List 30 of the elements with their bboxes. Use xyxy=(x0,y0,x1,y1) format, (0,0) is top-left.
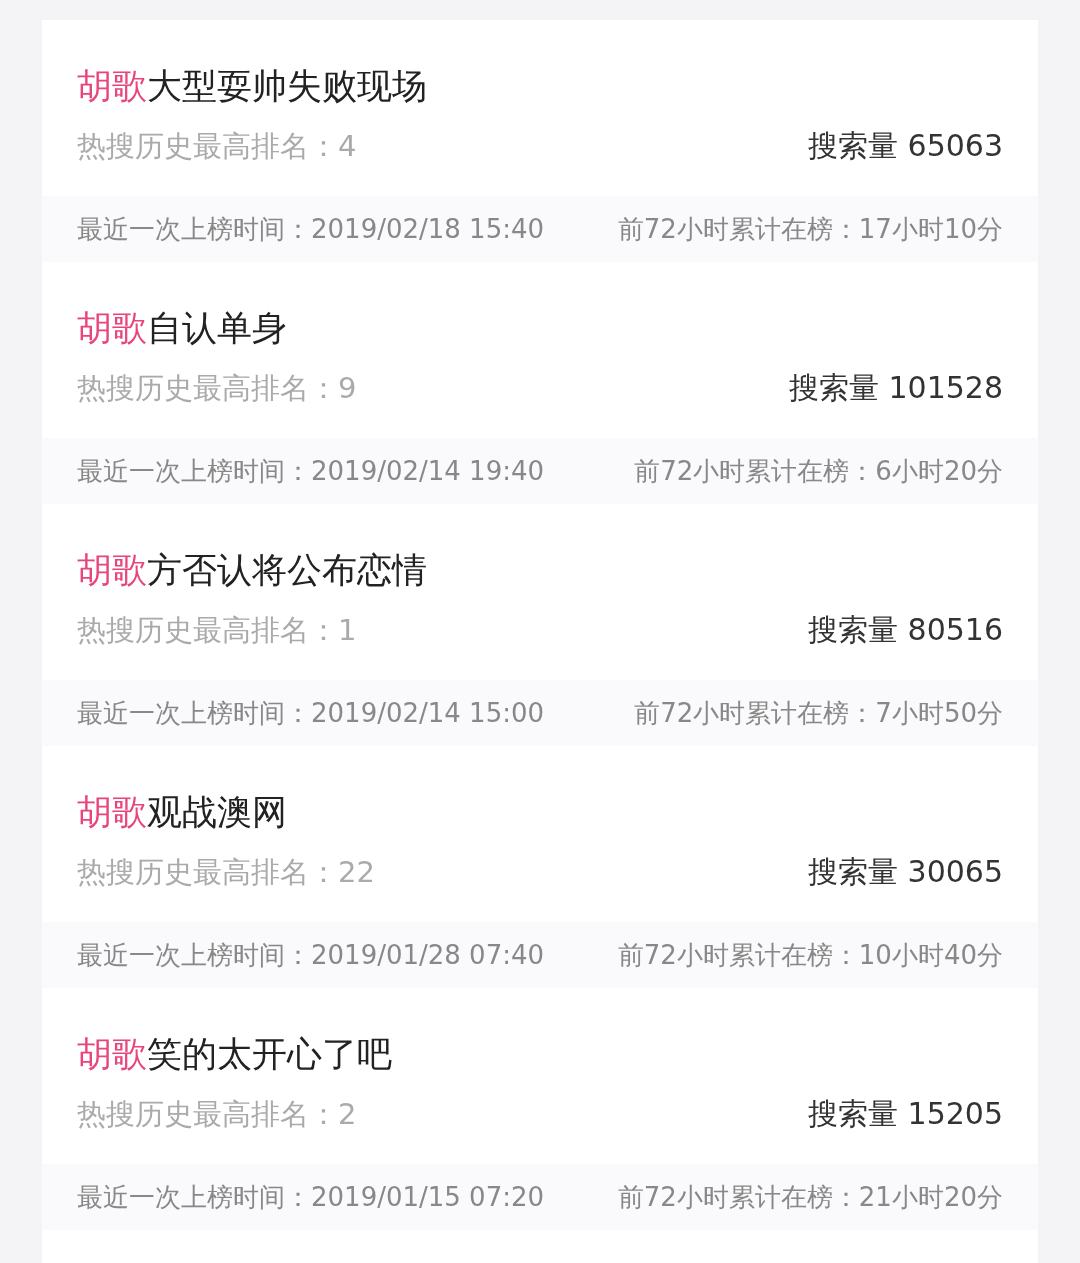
keyword: 胡歌 xyxy=(77,308,147,348)
hours-on-list: 前72小时累计在榜：7小时50分 xyxy=(634,695,1003,731)
peak-rank: 热搜历史最高排名：4 xyxy=(77,128,357,165)
topic-title: 观战澳网 xyxy=(147,792,287,832)
keyword: 胡歌 xyxy=(77,1034,147,1074)
keyword: 胡歌 xyxy=(77,792,147,832)
search-volume: 搜索量 80516 xyxy=(808,611,1003,649)
search-volume: 搜索量 65063 xyxy=(808,127,1003,165)
search-volume: 搜索量 15205 xyxy=(808,1095,1003,1133)
topic-title: 方否认将公布恋情 xyxy=(147,550,427,590)
hours-on-list: 前72小时累计在榜：6小时20分 xyxy=(634,453,1003,489)
last-listed-time: 最近一次上榜时间：2019/01/28 07:40 xyxy=(77,938,545,972)
keyword: 胡歌 xyxy=(77,66,147,106)
topic-title: 自认单身 xyxy=(147,308,287,348)
topic-title: 笑的太开心了吧 xyxy=(147,1034,392,1074)
hours-on-list: 前72小时累计在榜：17小时10分 xyxy=(617,211,1003,247)
last-listed-time: 最近一次上榜时间：2019/01/15 07:20 xyxy=(77,1180,545,1214)
peak-rank: 热搜历史最高排名：2 xyxy=(77,1096,357,1133)
hours-on-list: 前72小时累计在榜：21小时20分 xyxy=(617,1179,1003,1215)
last-listed-time: 最近一次上榜时间：2019/02/18 15:40 xyxy=(77,212,545,246)
last-listed-time: 最近一次上榜时间：2019/02/14 19:40 xyxy=(77,454,545,488)
keyword: 胡歌 xyxy=(77,550,147,590)
peak-rank: 热搜历史最高排名：1 xyxy=(77,612,357,649)
search-volume: 搜索量 101528 xyxy=(788,369,1003,407)
peak-rank: 热搜历史最高排名：22 xyxy=(77,854,375,891)
peak-rank: 热搜历史最高排名：9 xyxy=(77,370,357,407)
search-volume: 搜索量 30065 xyxy=(808,853,1003,891)
last-listed-time: 最近一次上榜时间：2019/02/14 15:00 xyxy=(77,696,545,730)
topic-title: 大型耍帅失败现场 xyxy=(147,66,427,106)
hours-on-list: 前72小时累计在榜：10小时40分 xyxy=(617,937,1003,973)
